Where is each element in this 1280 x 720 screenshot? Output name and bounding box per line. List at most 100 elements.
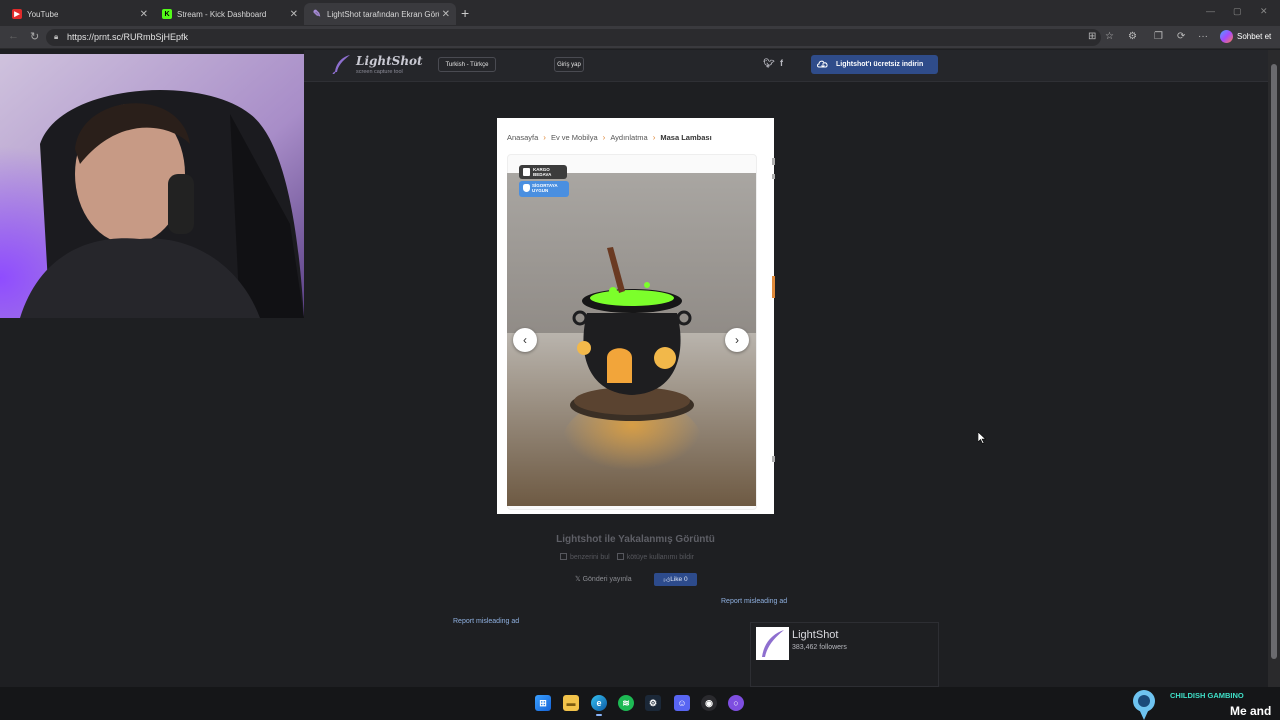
now-playing-artist: CHILDISH GAMBINO bbox=[1170, 691, 1244, 700]
chevron-right-icon: › bbox=[602, 133, 606, 142]
maximize-icon[interactable]: ▢ bbox=[1233, 6, 1242, 17]
reload-icon[interactable]: ↻ bbox=[30, 30, 39, 43]
sync-icon[interactable]: ⟳ bbox=[1177, 31, 1185, 42]
feather-icon: ✎ bbox=[312, 8, 322, 20]
download-label: Lightshot'ı ücretsiz indirin bbox=[836, 61, 924, 68]
flag-icon bbox=[616, 553, 624, 560]
app-icon[interactable]: ○ bbox=[728, 695, 744, 711]
next-image-button[interactable]: › bbox=[725, 328, 749, 352]
breadcrumb: Anasayfa › Ev ve Mobilya › Aydınlatma › … bbox=[507, 133, 712, 142]
widget-followers: 383,462 followers bbox=[792, 644, 847, 651]
login-button[interactable]: Giriş yap bbox=[554, 57, 584, 72]
tab-lightshot[interactable]: ✎ LightShot tarafından Ekran Görüntü ✕ bbox=[304, 3, 456, 25]
lightshot-header: LightShot screen capture tool Turkish - … bbox=[304, 50, 1268, 82]
more-menu-icon[interactable]: ··· bbox=[1198, 31, 1208, 42]
product-photo bbox=[507, 173, 756, 506]
music-pin-icon bbox=[1133, 690, 1155, 720]
kick-icon: K bbox=[162, 9, 172, 19]
split-screen-icon[interactable]: ⊞ bbox=[1088, 31, 1096, 42]
report-abuse-label: kötüye kullanımı bildir bbox=[626, 554, 695, 561]
report-ad-link[interactable]: Report misleading ad bbox=[453, 618, 519, 625]
chat-label: Sohbet et bbox=[1237, 32, 1272, 41]
close-tab-icon[interactable]: ✕ bbox=[290, 9, 298, 20]
address-bar: ← ↻ 🔒︎ https://prnt.sc/RURmbSjHEpfk ⊞ ☆ … bbox=[0, 26, 1280, 49]
window-close-icon[interactable]: ✕ bbox=[1260, 6, 1268, 17]
edge-browser-icon[interactable]: e bbox=[591, 695, 607, 716]
feather-logo-icon bbox=[332, 55, 350, 74]
scrollbar-thumb[interactable] bbox=[1271, 64, 1277, 659]
tab-label: YouTube bbox=[27, 9, 59, 19]
lock-icon: 🔒︎ bbox=[54, 32, 59, 41]
tab-youtube[interactable]: ▶ YouTube ✕ bbox=[4, 3, 154, 25]
x-icon: 𝕏 bbox=[575, 576, 583, 583]
logo-text: LightShot bbox=[356, 54, 423, 68]
obs-icon[interactable]: ◉ bbox=[701, 695, 717, 711]
copilot-chat-button[interactable]: Sohbet et bbox=[1220, 30, 1271, 43]
shipping-icon bbox=[523, 168, 530, 176]
back-icon[interactable]: ← bbox=[8, 30, 19, 42]
webcam-image bbox=[0, 54, 304, 318]
file-explorer-icon[interactable]: ▬ bbox=[563, 695, 579, 711]
now-playing-overlay: CHILDISH GAMBINO Me and bbox=[1128, 689, 1280, 720]
youtube-icon: ▶ bbox=[12, 9, 22, 19]
tab-label: Stream - Kick Dashboard bbox=[177, 9, 267, 19]
cloud-download-icon bbox=[817, 60, 828, 68]
cropped-edge bbox=[772, 276, 775, 298]
cropped-edge bbox=[772, 158, 775, 165]
chevron-right-icon: › bbox=[735, 333, 739, 347]
close-tab-icon[interactable]: ✕ bbox=[140, 9, 148, 20]
breadcrumb-home: Anasayfa bbox=[507, 133, 539, 142]
close-tab-icon[interactable]: ✕ bbox=[442, 9, 450, 20]
share-post-link[interactable]: 𝕏 Gönderi yayınla bbox=[575, 575, 632, 583]
thumbs-up-icon: 👍︎ bbox=[663, 576, 671, 584]
facebook-icon[interactable]: f bbox=[780, 58, 783, 68]
minimize-icon[interactable]: — bbox=[1206, 6, 1215, 16]
chevron-left-icon: ‹ bbox=[523, 333, 527, 347]
find-similar-label: benzerini bul bbox=[570, 554, 610, 561]
windows-start-icon[interactable]: ⊞ bbox=[535, 695, 551, 711]
screenshot-actions: benzerini bul kötüye kullanımı bildir bbox=[560, 553, 694, 561]
screenshot-image[interactable]: Anasayfa › Ev ve Mobilya › Aydınlatma › … bbox=[497, 118, 775, 514]
download-button[interactable]: Lightshot'ı ücretsiz indirin bbox=[811, 55, 938, 74]
now-playing-song: Me and bbox=[1230, 704, 1272, 718]
spotify-icon[interactable]: ≋ bbox=[618, 695, 634, 711]
report-abuse-link[interactable]: kötüye kullanımı bildir bbox=[616, 553, 695, 561]
language-select[interactable]: Turkish - Türkçe bbox=[438, 57, 496, 72]
mouse-cursor-icon bbox=[978, 432, 986, 444]
url-text: https://prnt.sc/RURmbSjHEpfk bbox=[67, 32, 189, 42]
lightshot-page-avatar bbox=[756, 627, 789, 660]
free-shipping-badge: KARGO BEDAVA bbox=[519, 165, 567, 179]
find-similar-link[interactable]: benzerini bul bbox=[560, 553, 610, 561]
cropped-edge bbox=[772, 174, 775, 179]
lightshot-logo[interactable]: LightShot screen capture tool bbox=[332, 54, 423, 75]
report-ad-link[interactable]: Report misleading ad bbox=[721, 598, 787, 605]
new-tab-button[interactable]: + bbox=[461, 5, 469, 21]
logo-tagline: screen capture tool bbox=[356, 69, 403, 75]
widget-page-name[interactable]: LightShot bbox=[792, 629, 838, 641]
breadcrumb-home-furniture: Ev ve Mobilya bbox=[550, 133, 598, 142]
extensions-icon[interactable]: ⚙ bbox=[1128, 31, 1137, 42]
scrollbar[interactable] bbox=[1268, 50, 1280, 687]
image-icon bbox=[560, 553, 567, 560]
feather-logo-icon bbox=[762, 630, 784, 657]
collections-icon[interactable]: ❐ bbox=[1154, 31, 1163, 42]
favorite-star-icon[interactable]: ☆ bbox=[1105, 31, 1114, 42]
badge-line: UYGUN bbox=[532, 188, 549, 193]
cropped-edge bbox=[772, 456, 775, 462]
previous-image-button[interactable]: ‹ bbox=[513, 328, 537, 352]
url-field[interactable]: 🔒︎ https://prnt.sc/RURmbSjHEpfk bbox=[46, 29, 1101, 46]
tab-kick-dashboard[interactable]: K Stream - Kick Dashboard ✕ bbox=[154, 3, 304, 25]
twitter-icon[interactable]: 🐦︎ bbox=[763, 58, 774, 69]
breadcrumb-desk-lamp: Masa Lambası bbox=[660, 133, 712, 142]
cauldron-lamp-image bbox=[507, 173, 756, 506]
taskbar: ⊞ ▬ e ≋ ⚙ ☺ ◉ ○ bbox=[0, 687, 1280, 720]
breadcrumb-lighting: Aydınlatma bbox=[610, 133, 648, 142]
share-label: Gönderi yayınla bbox=[582, 576, 632, 583]
chevron-right-icon: › bbox=[652, 133, 656, 142]
tab-strip: ▶ YouTube ✕ K Stream - Kick Dashboard ✕ … bbox=[0, 0, 1280, 26]
facebook-page-widget[interactable]: LightShot 383,462 followers bbox=[750, 622, 939, 687]
facebook-like-button[interactable]: 👍︎ Like 0 bbox=[654, 573, 697, 586]
discord-icon[interactable]: ☺ bbox=[674, 695, 690, 711]
steam-icon[interactable]: ⚙ bbox=[645, 695, 661, 711]
copilot-icon bbox=[1220, 30, 1233, 43]
